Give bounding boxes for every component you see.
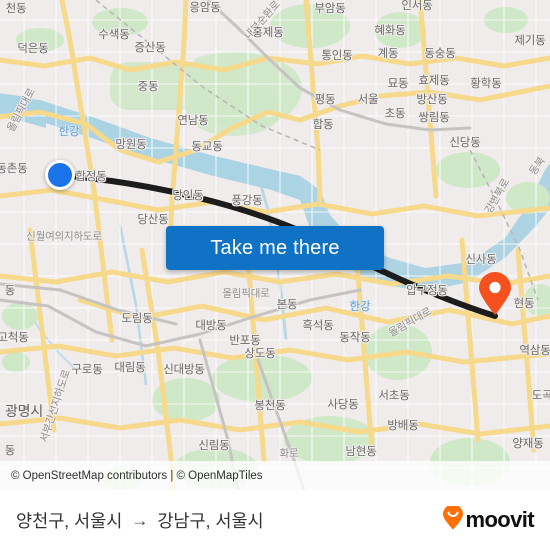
footer-bar: 양천구, 서울시 → 강남구, 서울시 moovit: [0, 490, 550, 550]
moovit-map-screenshot: 천동 응암동 내부순환로 부암동 인서동 수색동 홍제동 혜화동 제기동 덕은동 증산동 통인동 계동 동…: [0, 0, 550, 550]
map-canvas[interactable]: 천동 응암동 내부순환로 부암동 인서동 수색동 홍제동 혜화동 제기동 덕은동 증산동 통인동 계동 동…: [0, 0, 550, 490]
attribution-text[interactable]: © OpenStreetMap contributors | © OpenMap…: [11, 470, 263, 482]
moovit-logo[interactable]: moovit: [442, 503, 535, 535]
moovit-wordmark: moovit: [465, 507, 534, 532]
destination-label: 강남구, 서울시: [157, 510, 264, 531]
destination-pin-marker[interactable]: [478, 272, 512, 316]
origin-label: 양천구, 서울시: [16, 510, 123, 531]
take-me-there-button[interactable]: Take me there: [166, 226, 384, 270]
moovit-pin-icon: [442, 503, 464, 535]
route-summary: 양천구, 서울시 → 강남구, 서울시: [16, 508, 264, 533]
arrow-right-icon: →: [131, 510, 149, 530]
map-attribution-bar: © OpenStreetMap contributors | © OpenMap…: [0, 461, 550, 490]
origin-circle-marker[interactable]: [45, 160, 75, 190]
